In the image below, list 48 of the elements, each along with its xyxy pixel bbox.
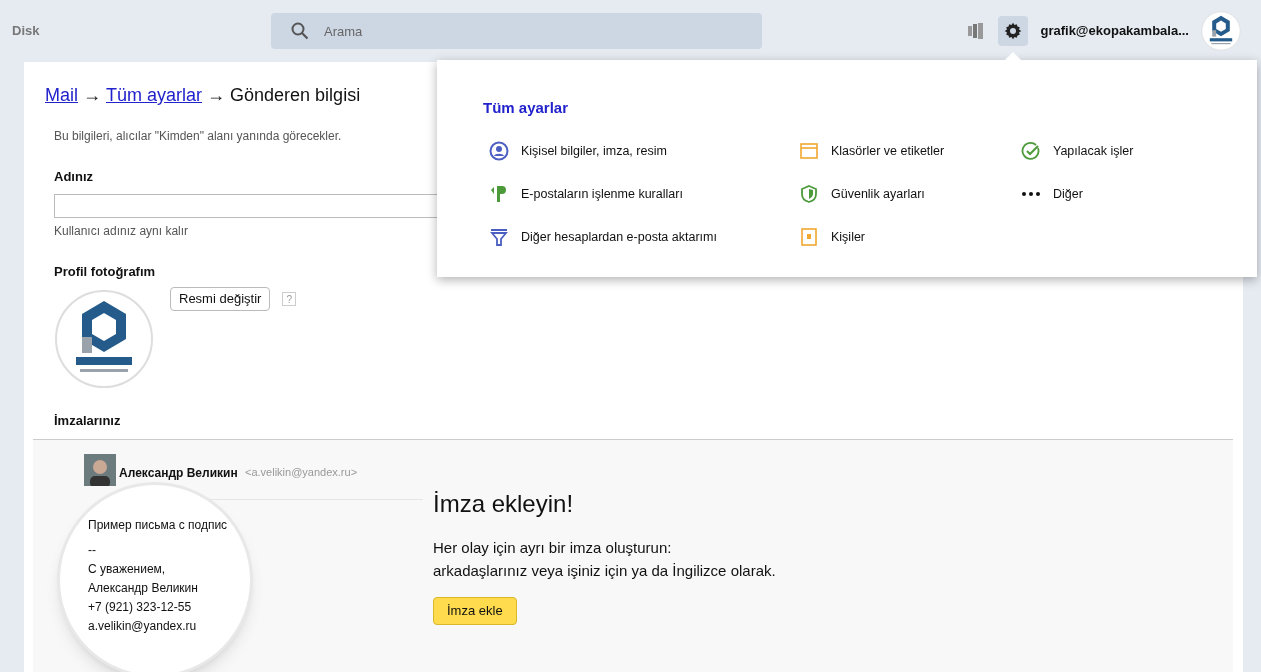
page-title: Gönderen bilgisi [230, 84, 361, 107]
name-hint: Kullanıcı adınız aynı kalır [54, 222, 189, 240]
signature-heading: İmza ekleyin! [433, 488, 575, 519]
account-avatar [1201, 11, 1241, 51]
settings-menu-item[interactable]: Güvenlik ayarları [799, 172, 1021, 216]
settings-menu-item[interactable]: Diğer hesaplardan e-posta aktarımı [489, 215, 799, 259]
settings-menu-item[interactable]: E-postaların işlenme kuralları [489, 172, 799, 216]
settings-icon [1004, 22, 1023, 40]
example-line: -- [88, 541, 97, 559]
user-icon [489, 141, 509, 161]
breadcrumb-separator: → [207, 84, 226, 107]
change-photo-button[interactable]: Resmi değiştir [170, 287, 271, 311]
sender-name: Александр Великин [119, 464, 238, 482]
search-icon [291, 22, 309, 40]
name-label: Adınız [54, 168, 94, 186]
account-name[interactable]: grafik@ekopakambala... [1040, 21, 1189, 41]
signature-description: arkadaşlarınız veya işiniz için ya da İngilizce olarak. [433, 560, 776, 581]
settings-menu-item[interactable]: Yapılacak işler [1021, 129, 1221, 173]
contact-card-icon [799, 227, 819, 247]
disk-label[interactable]: Disk [12, 21, 271, 41]
breadcrumb-link[interactable]: Mail [45, 82, 78, 109]
shield-icon [799, 184, 819, 204]
search-field[interactable]: Arama [271, 13, 762, 49]
breadcrumb-separator: → [83, 84, 101, 107]
example-line: Пример письма с подпис [88, 516, 228, 534]
example-line: Александр Великин [88, 579, 199, 597]
settings-menu-item[interactable]: Kişisel bilgiler, imza, resim [489, 129, 799, 173]
intro-text: Bu bilgileri, alıcılar "Kimden" alanı yanında görecekler. [54, 128, 343, 145]
example-line: С уважением, [88, 560, 167, 578]
sender-avatar [84, 453, 116, 486]
breadcrumb-link[interactable]: Tüm ayarlar [106, 82, 203, 109]
add-signature-button[interactable]: İmza ekle [433, 596, 517, 625]
signatures-label: İmzalarınız [54, 412, 122, 430]
settings-menu-item[interactable]: Diğer [1021, 172, 1221, 216]
checkmark-icon [1021, 141, 1041, 161]
settings-menu-item[interactable]: Kişiler [799, 215, 1021, 259]
example-line: +7 (921) 323-12-55 [88, 598, 193, 616]
photo-label: Profil fotoğrafım [54, 262, 157, 281]
funnel-icon [489, 227, 509, 247]
settings-button[interactable] [998, 16, 1029, 46]
more-icon [1021, 192, 1041, 196]
signature-description: Her olay için ayrı bir imza oluşturun: [433, 537, 673, 558]
signpost-icon [489, 184, 509, 204]
folder-icon [799, 141, 819, 161]
menu-title: Tüm ayarlar [483, 98, 570, 118]
settings-menu-item[interactable]: Klasörler ve etiketler [799, 129, 1021, 173]
sender-address: <a.velikin@yandex.ru> [245, 464, 358, 480]
example-line: a.velikin@yandex.ru [88, 617, 198, 635]
